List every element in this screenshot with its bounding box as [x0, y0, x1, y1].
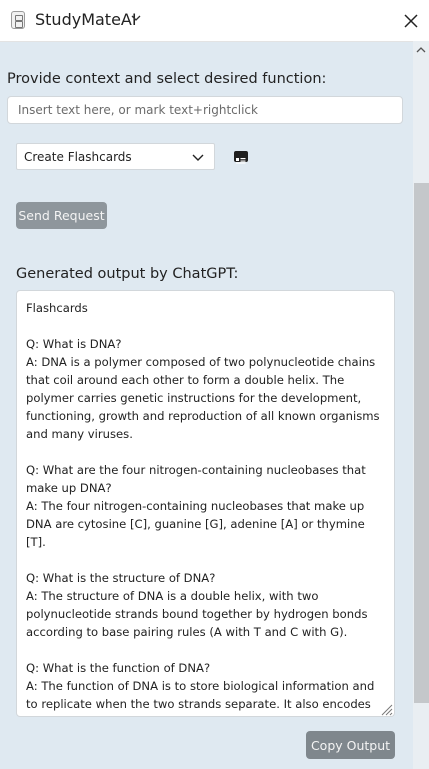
- output-textarea[interactable]: Flashcards Q: What is DNA? A: DNA is a p…: [16, 290, 395, 717]
- context-label: Provide context and select desired funct…: [7, 71, 327, 87]
- close-icon: [404, 14, 418, 28]
- id-card-icon[interactable]: [234, 151, 248, 164]
- function-select-value: Create Flashcards: [24, 149, 132, 164]
- title-bar: StudyMateAI: [0, 0, 429, 42]
- resize-grip-icon[interactable]: [379, 702, 393, 716]
- chevron-down-icon: [192, 154, 204, 161]
- context-input[interactable]: [7, 96, 403, 124]
- chevron-down-icon[interactable]: [131, 13, 141, 23]
- copy-output-button[interactable]: Copy Output: [306, 731, 395, 759]
- id-card-glyph: [236, 158, 246, 164]
- output-label: Generated output by ChatGPT:: [16, 266, 239, 282]
- function-select[interactable]: Create Flashcards: [16, 143, 215, 170]
- close-button[interactable]: [398, 8, 424, 34]
- scroll-up-arrow-icon[interactable]: [414, 44, 428, 56]
- send-request-button[interactable]: Send Request: [16, 202, 107, 229]
- app-notebook-icon: [11, 11, 25, 29]
- scrollbar-thumb[interactable]: [414, 183, 429, 703]
- app-title: StudyMateAI: [35, 10, 137, 29]
